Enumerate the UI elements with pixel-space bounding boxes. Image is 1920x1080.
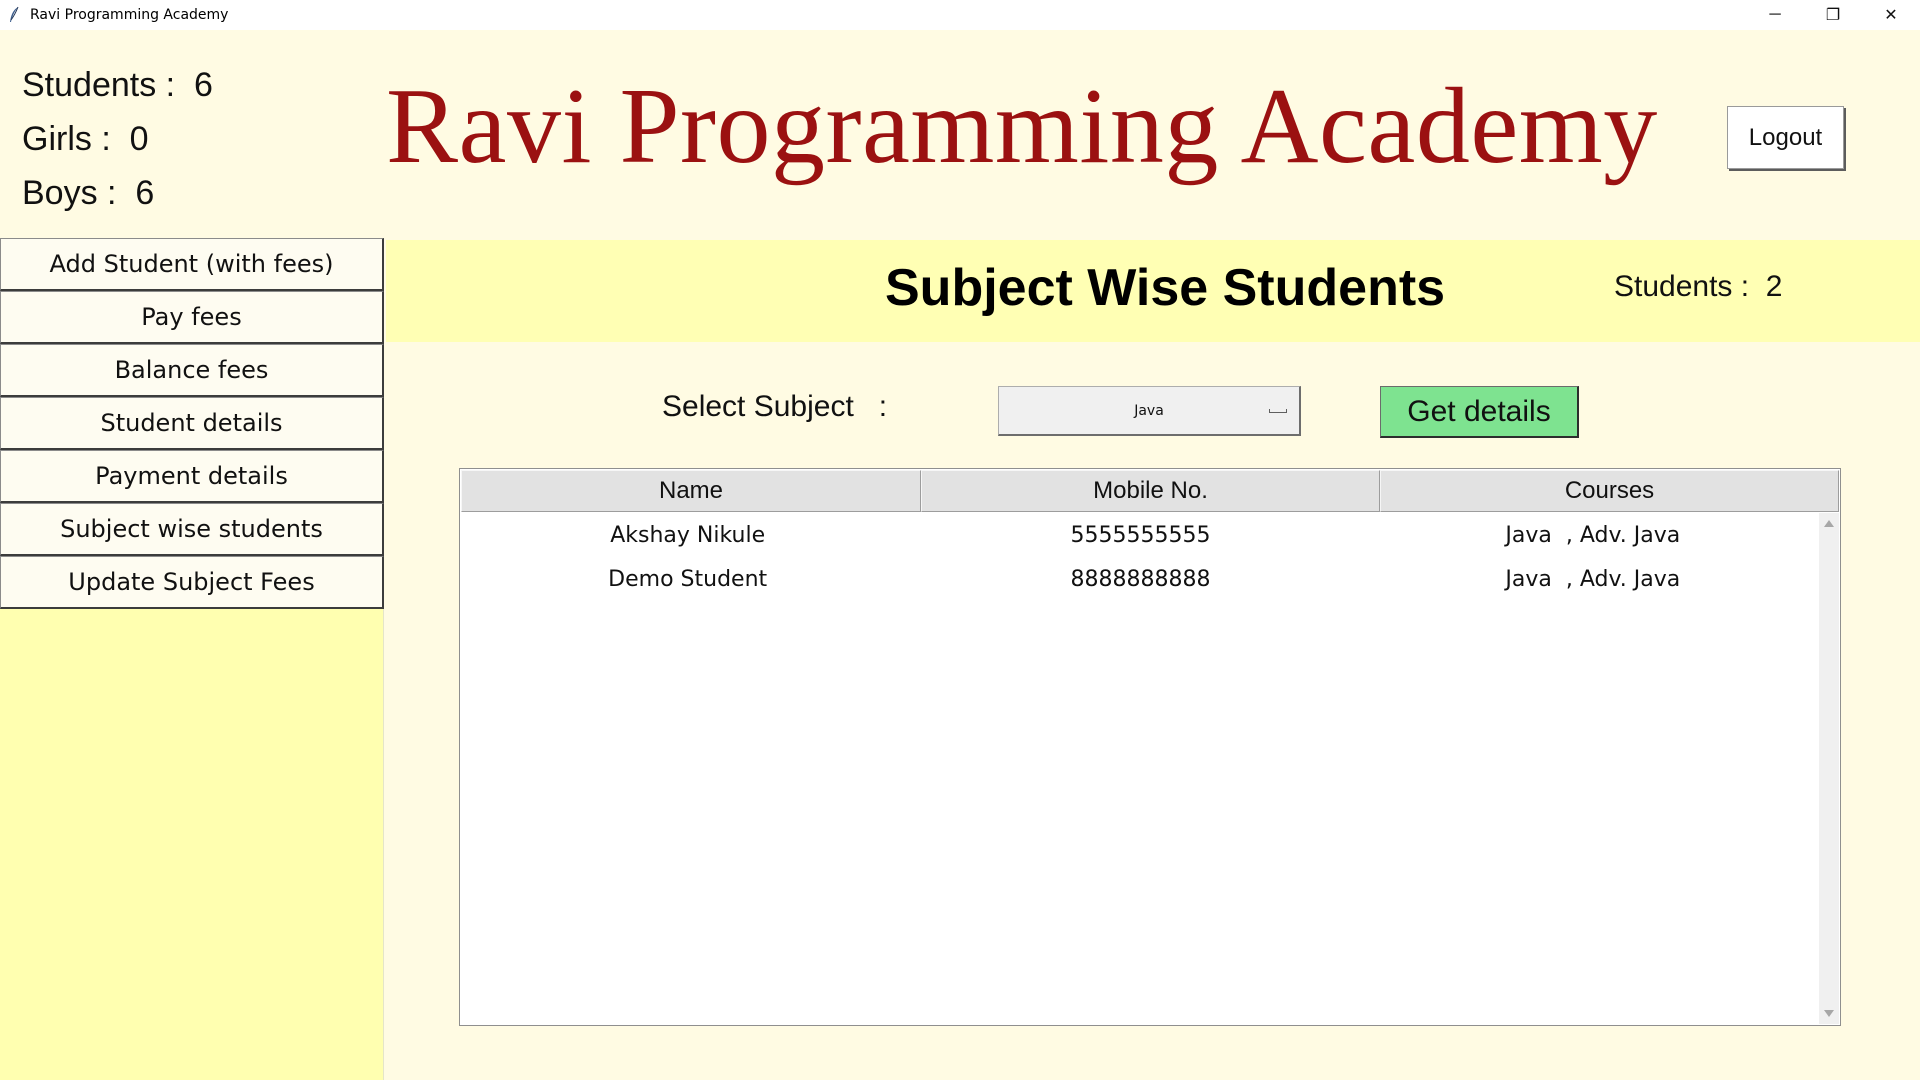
girls-stat-value: 0 [129, 120, 149, 158]
boys-stat-value: 6 [135, 174, 155, 212]
students-table: Name Mobile No. Courses Akshay Nikule 55… [459, 468, 1841, 1026]
logout-button[interactable]: Logout [1727, 106, 1844, 169]
table-row[interactable]: Demo Student 8888888888 Java , Adv. Java [461, 557, 1819, 601]
column-header-courses[interactable]: Courses [1380, 470, 1839, 512]
boys-stat-label: Boys : [22, 174, 136, 212]
subject-dropdown[interactable]: Java [998, 386, 1301, 436]
students-stat: Students : 6 [22, 66, 213, 105]
app-header: Students : 6 Girls : 0 Boys : 6 Ravi Pro… [0, 30, 1920, 238]
scroll-down-arrow-icon[interactable] [1824, 1010, 1834, 1017]
sidebar-item-balance-fees[interactable]: Balance fees [0, 344, 384, 397]
table-header: Name Mobile No. Courses [461, 470, 1839, 512]
window-title-bar: Ravi Programming Academy ─ ❐ ✕ [0, 0, 1920, 30]
scroll-up-arrow-icon[interactable] [1824, 520, 1834, 527]
close-button[interactable]: ✕ [1862, 0, 1920, 30]
sidebar-item-payment-details[interactable]: Payment details [0, 450, 384, 503]
table-body: Akshay Nikule 5555555555 Java , Adv. Jav… [461, 513, 1819, 601]
sidebar-item-pay-fees[interactable]: Pay fees [0, 291, 384, 344]
dropdown-indicator-icon [1269, 409, 1287, 413]
cell-name: Akshay Nikule [610, 522, 766, 548]
student-count-value: 2 [1765, 270, 1783, 303]
cell-mobile: 8888888888 [1070, 566, 1211, 592]
boys-stat: Boys : 6 [22, 174, 154, 213]
get-details-button[interactable]: Get details [1380, 386, 1579, 438]
girls-stat: Girls : 0 [22, 120, 149, 159]
feather-icon [6, 6, 22, 24]
cell-mobile: 5555555555 [1070, 522, 1211, 548]
girls-stat-label: Girls : [22, 120, 130, 158]
subject-dropdown-value: Java [1134, 402, 1164, 419]
select-subject-label: Select Subject : [662, 390, 888, 423]
table-scrollbar[interactable] [1819, 513, 1839, 1024]
sidebar-nav: Add Student (with fees) Pay fees Balance… [0, 238, 384, 1080]
sidebar-item-add-student[interactable]: Add Student (with fees) [0, 238, 384, 291]
sidebar-item-student-details[interactable]: Student details [0, 397, 384, 450]
section-title: Subject Wise Students [885, 259, 1446, 317]
student-count-label: Students : [1614, 270, 1766, 303]
minimize-button[interactable]: ─ [1746, 0, 1804, 30]
students-stat-value: 6 [194, 66, 213, 104]
students-stat-label: Students : [22, 66, 194, 104]
window-title: Ravi Programming Academy [30, 7, 229, 23]
cell-name: Demo Student [608, 566, 768, 592]
restore-button[interactable]: ❐ [1804, 0, 1862, 30]
column-header-name[interactable]: Name [461, 470, 921, 512]
sidebar-item-update-subject-fees[interactable]: Update Subject Fees [0, 556, 384, 609]
cell-courses: Java , Adv. Java [1505, 522, 1681, 548]
app-title: Ravi Programming Academy [386, 67, 1658, 186]
sidebar-item-subject-wise-students[interactable]: Subject wise students [0, 503, 384, 556]
column-header-mobile[interactable]: Mobile No. [921, 470, 1380, 512]
table-row[interactable]: Akshay Nikule 5555555555 Java , Adv. Jav… [461, 513, 1819, 557]
student-count: Students : 2 [1614, 270, 1782, 304]
cell-courses: Java , Adv. Java [1505, 566, 1681, 592]
